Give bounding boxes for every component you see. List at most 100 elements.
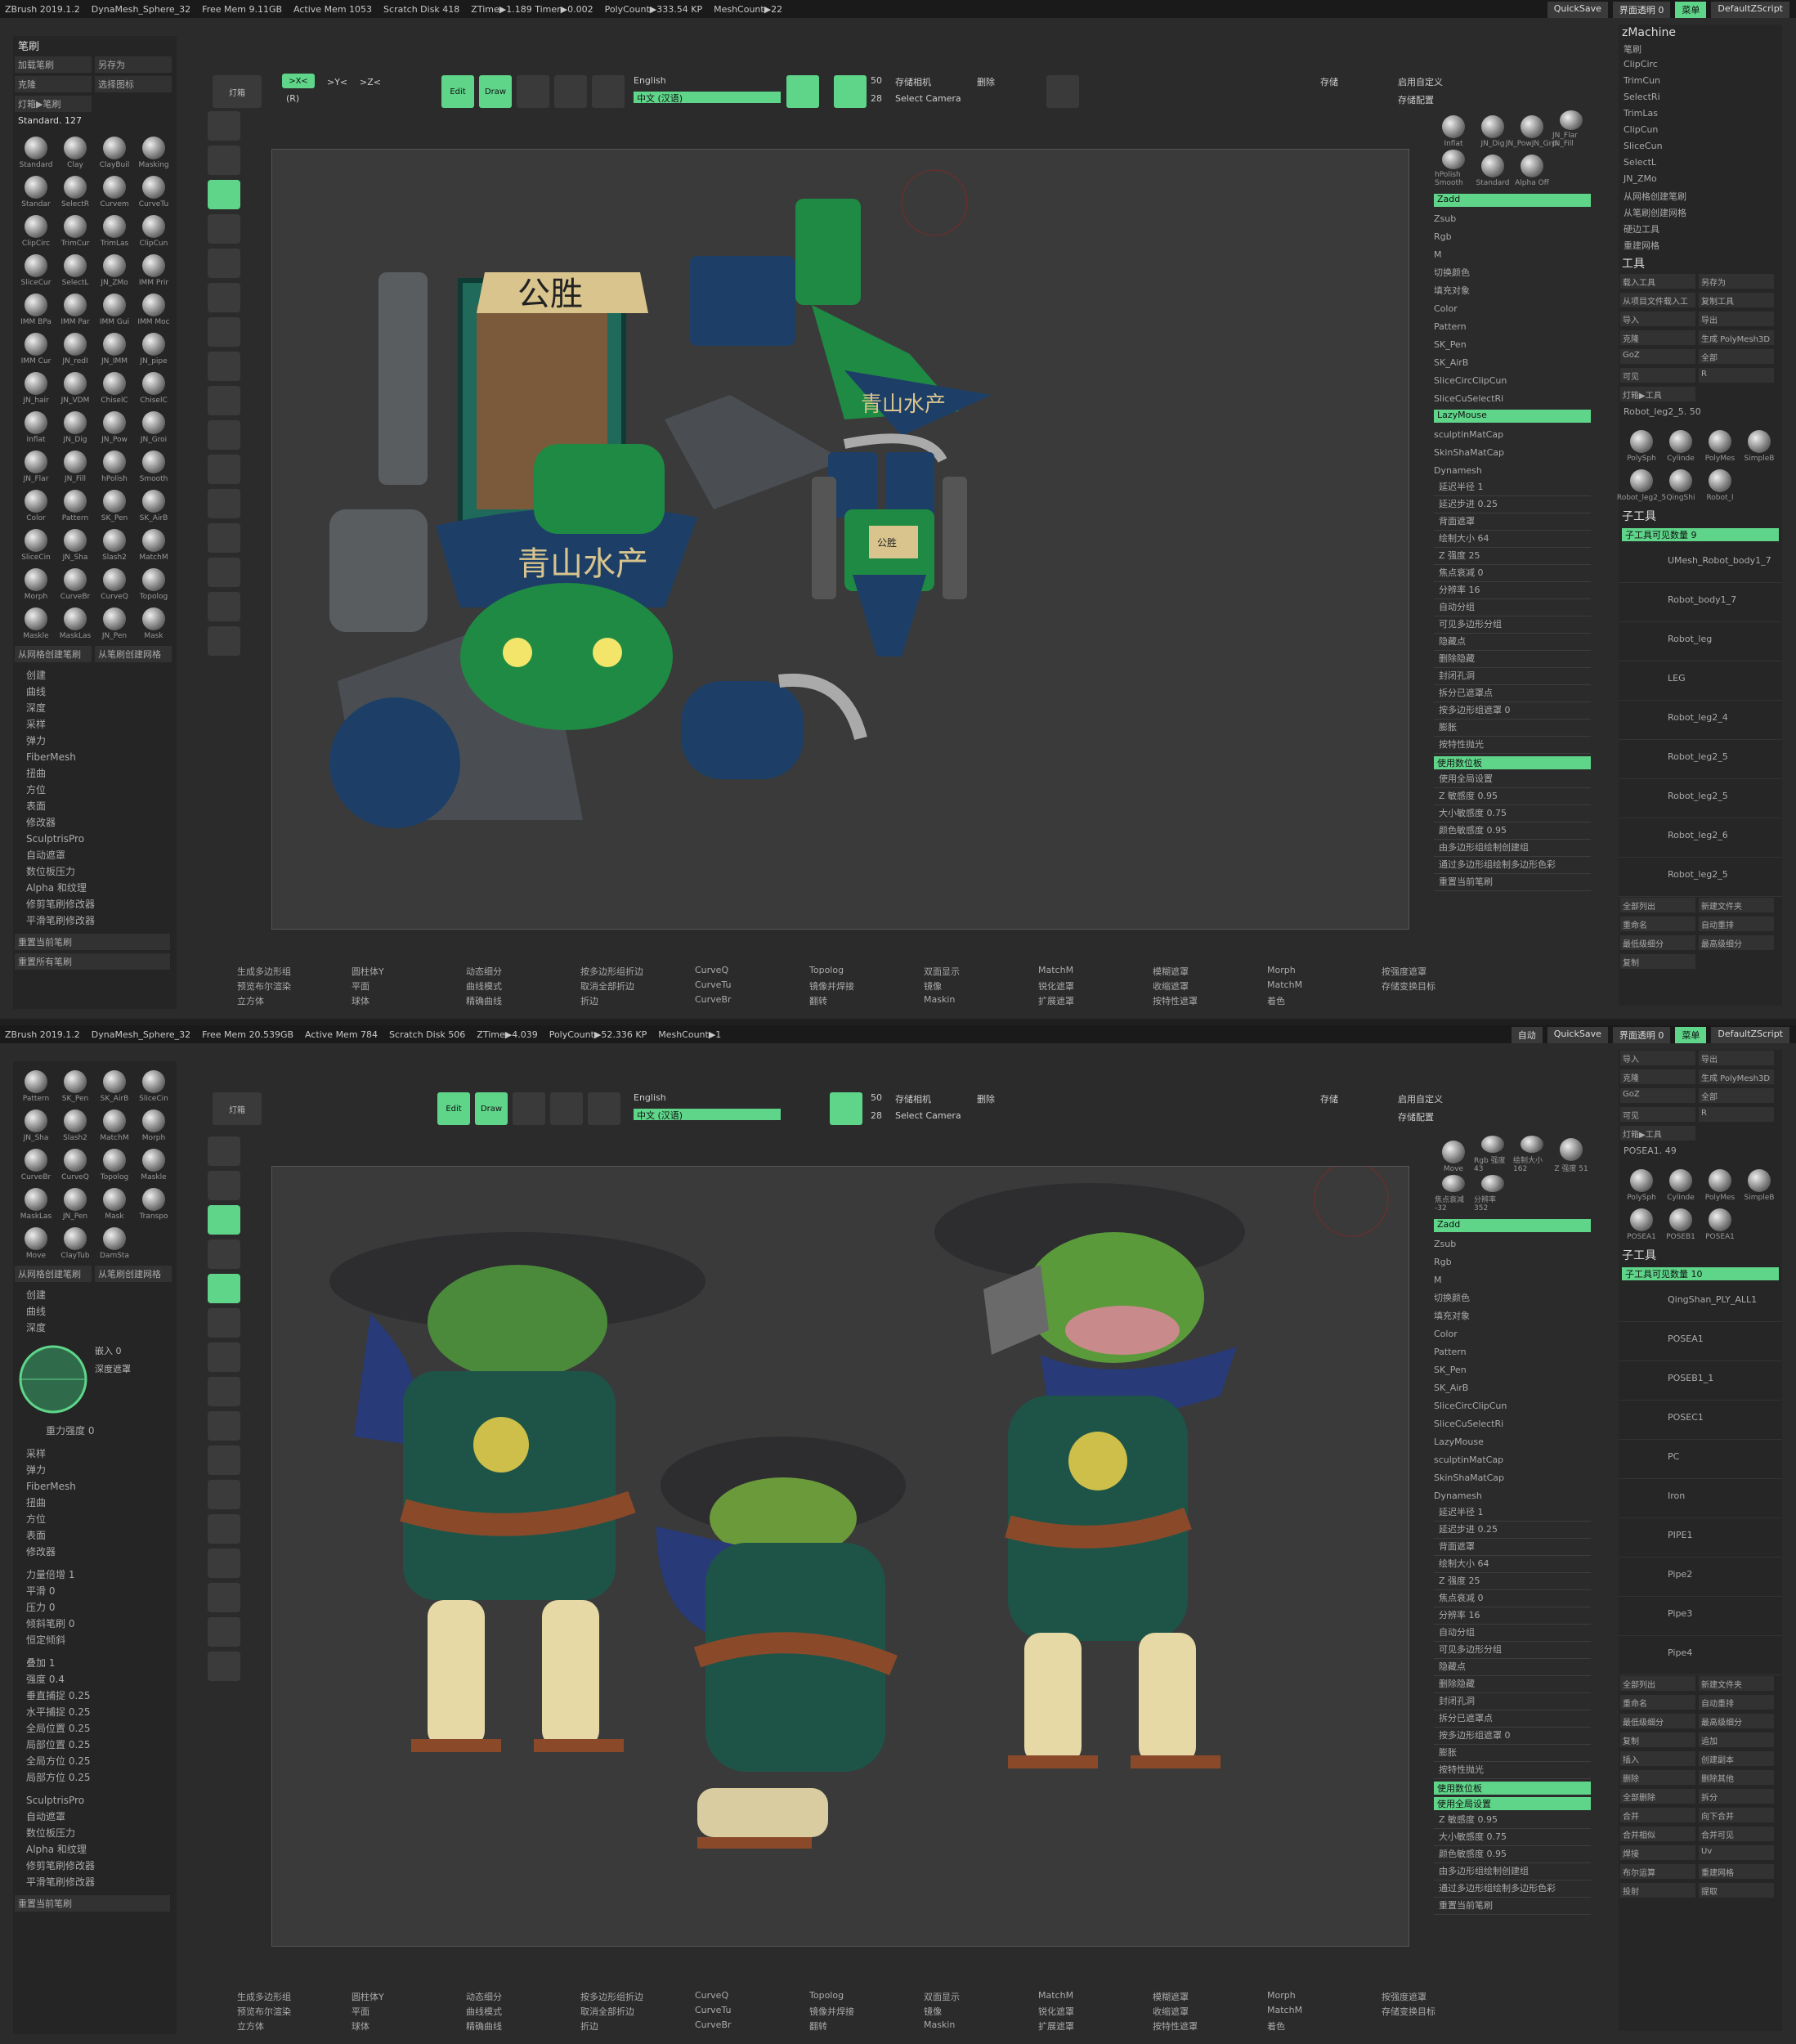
subpalette-item[interactable]: 采样 xyxy=(26,1446,163,1462)
brush-item[interactable]: Z 强度 51 xyxy=(1552,1136,1590,1173)
tool-button[interactable]: 全部 xyxy=(1699,1088,1774,1103)
right-slider[interactable]: 焦点衰减 0 xyxy=(1434,1591,1591,1607)
subtool-row[interactable]: Robot_leg2_5 xyxy=(1619,740,1782,779)
brush-item[interactable]: CurveTu xyxy=(135,171,172,208)
right-slider[interactable]: 膨胀 xyxy=(1434,1746,1591,1762)
subtool-button[interactable]: 投射 xyxy=(1620,1883,1695,1898)
modifier-row[interactable]: 水平捕捉 0.25 xyxy=(26,1704,163,1720)
bottom-shelf-item[interactable]: 翻转 xyxy=(809,994,827,1007)
right-slider[interactable]: 绘制大小 64 xyxy=(1434,1557,1591,1573)
modifier-row[interactable]: 全局方位 0.25 xyxy=(26,1753,163,1769)
language-select[interactable]: 中文 (汉语) xyxy=(634,92,781,104)
right-setting-row[interactable]: sculptinMatCap xyxy=(1431,1450,1594,1468)
right-setting-row[interactable]: Pattern xyxy=(1431,317,1594,335)
camera-icon[interactable] xyxy=(834,75,867,108)
brush-item[interactable]: Topolog xyxy=(96,1144,133,1181)
subtool-button[interactable]: 焊接 xyxy=(1620,1845,1695,1860)
zmachine-item[interactable]: SliceCun xyxy=(1619,139,1782,155)
bottom-shelf-item[interactable]: CurveTu xyxy=(695,2005,731,2015)
brush-item[interactable]: Smooth xyxy=(135,446,172,483)
right-setting-row[interactable]: Pattern xyxy=(1431,1342,1594,1360)
brush-item[interactable]: IMM Par xyxy=(56,289,94,326)
right-setting-row[interactable]: SkinShaMatCap xyxy=(1431,1468,1594,1486)
shelf-icon[interactable] xyxy=(208,1239,240,1269)
brush-item[interactable]: JN_Flar JN_Fill xyxy=(1552,110,1590,148)
bottom-shelf-item[interactable]: 动态细分 xyxy=(466,1990,502,2003)
clone-button[interactable]: 克隆 xyxy=(15,76,92,92)
y-symmetry-button[interactable]: >Y< xyxy=(327,77,347,87)
subpalette-item[interactable]: 修改器 xyxy=(26,814,163,831)
subpalette-item[interactable]: Alpha 和纹理 xyxy=(26,880,163,896)
bottom-shelf-item[interactable]: Topolog xyxy=(809,1990,844,2001)
bottom-shelf-item[interactable]: 预览布尔渲染 xyxy=(237,2005,291,2018)
brush-item[interactable]: JN_hair xyxy=(17,367,55,405)
brush-item[interactable]: CurveBr xyxy=(56,563,94,601)
subtool-button[interactable]: 拆分 xyxy=(1699,1789,1774,1804)
right-slider[interactable]: 通过多边形组绘制多边形色彩 xyxy=(1434,858,1591,874)
brush-item[interactable]: Mask xyxy=(96,1183,133,1221)
subpalette-item[interactable]: 表面 xyxy=(26,798,163,814)
modifier-row[interactable]: 倾斜笔刷 0 xyxy=(26,1616,163,1632)
delete-camera-button[interactable]: 删除 xyxy=(977,1092,995,1105)
modifier-row[interactable]: 压力 0 xyxy=(26,1599,163,1616)
brush-item[interactable]: ClayTub xyxy=(56,1222,94,1260)
bottom-shelf-item[interactable]: 平面 xyxy=(352,979,370,993)
shelf-icon-active[interactable] xyxy=(208,1205,240,1235)
right-setting-row[interactable]: Rgb xyxy=(1431,1253,1594,1271)
subtool-row[interactable]: POSEB1_1 xyxy=(1619,1361,1782,1401)
bottom-shelf-item[interactable]: MatchM xyxy=(1038,1990,1073,2001)
make-brush-from-mesh[interactable]: 从网格创建笔刷 xyxy=(15,1266,92,1282)
scale-button[interactable] xyxy=(554,75,587,108)
brush-item[interactable]: MaskLas xyxy=(56,603,94,640)
brush-item[interactable]: SK_Pen xyxy=(56,1065,94,1103)
tool-button[interactable]: GoZ xyxy=(1620,1088,1695,1103)
right-slider[interactable]: Z 敏感度 0.95 xyxy=(1434,1813,1591,1829)
subpalette-item[interactable]: 曲线 xyxy=(26,684,163,700)
subtool-button[interactable]: 合并可见 xyxy=(1699,1827,1774,1841)
subpalette-item[interactable]: 平滑笔刷修改器 xyxy=(26,912,163,929)
enable-custom-button[interactable]: 启用自定义 xyxy=(1398,75,1443,88)
bottom-shelf-item[interactable]: Morph xyxy=(1267,1990,1296,2001)
right-slider[interactable]: 自动分组 xyxy=(1434,1625,1591,1642)
subtool-button[interactable]: 新建文件夹 xyxy=(1699,898,1774,912)
reset-all-brushes-button[interactable]: 重置所有笔刷 xyxy=(15,953,170,970)
bottom-shelf-item[interactable]: CurveQ xyxy=(695,1990,728,2001)
tool-button[interactable]: 全部 xyxy=(1699,349,1774,364)
scale-button[interactable] xyxy=(550,1092,583,1125)
tool-button[interactable]: 导出 xyxy=(1699,1051,1774,1065)
canvas-viewport[interactable] xyxy=(271,1162,1409,1947)
brush-item[interactable]: Standar xyxy=(17,171,55,208)
subtool-row[interactable]: Iron xyxy=(1619,1479,1782,1518)
bottom-shelf-item[interactable]: 镜像并焊接 xyxy=(809,2005,854,2018)
bottom-shelf-item[interactable]: CurveBr xyxy=(695,994,732,1005)
shelf-icon[interactable] xyxy=(208,558,240,587)
brush-item[interactable]: ChiselC xyxy=(135,367,172,405)
tool-button[interactable]: 导入 xyxy=(1620,312,1695,326)
subtool-button[interactable]: 重建网格 xyxy=(1699,1864,1774,1879)
brush-item[interactable]: PolySph xyxy=(1623,1164,1660,1202)
brush-item[interactable]: IMM Prir xyxy=(135,249,172,287)
brush-item[interactable]: JN_Dig xyxy=(56,406,94,444)
brush-item[interactable]: Slash2 xyxy=(96,524,133,562)
brush-item[interactable]: SK_AirB xyxy=(135,485,172,522)
bottom-shelf-item[interactable]: 扩展遮罩 xyxy=(1038,994,1074,1007)
bottom-shelf-item[interactable]: 球体 xyxy=(352,2019,370,2033)
shelf-icon[interactable] xyxy=(208,1411,240,1441)
reset-brush-button[interactable]: 重置当前笔刷 xyxy=(15,934,170,950)
bottom-shelf-item[interactable]: 平面 xyxy=(352,2005,370,2018)
bottom-shelf-item[interactable]: 着色 xyxy=(1267,994,1285,1007)
brush-item[interactable]: QingShi xyxy=(1662,464,1700,502)
subtool-button[interactable]: 全部列出 xyxy=(1620,898,1695,912)
brush-item[interactable]: JN_VDM xyxy=(56,367,94,405)
brush-item[interactable]: Standard xyxy=(1474,150,1512,187)
bottom-shelf-item[interactable]: 模糊遮罩 xyxy=(1153,1990,1189,2003)
brush-item[interactable]: Topolog xyxy=(135,563,172,601)
right-slider[interactable]: 重置当前笔刷 xyxy=(1434,875,1591,891)
save-config-button[interactable]: 存储 xyxy=(1320,75,1338,88)
right-setting-row[interactable]: Zsub xyxy=(1431,1235,1594,1253)
subtool-row[interactable]: QingShan_PLY_ALL1 xyxy=(1619,1283,1782,1322)
brush-item[interactable]: Inflat xyxy=(17,406,55,444)
brush-item[interactable]: Move xyxy=(17,1222,55,1260)
right-slider[interactable]: 延迟步进 0.25 xyxy=(1434,497,1591,513)
tool-button[interactable]: 从项目文件载入工具 xyxy=(1620,293,1695,307)
